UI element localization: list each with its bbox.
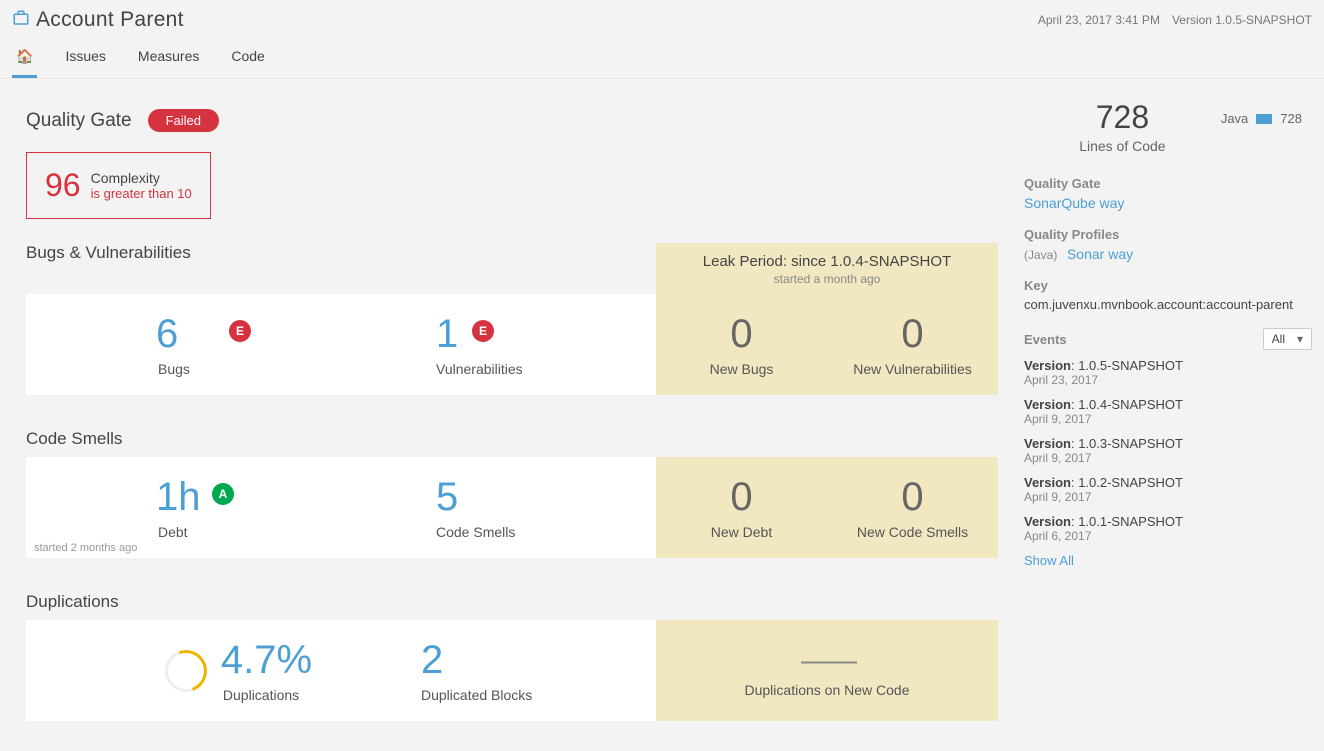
smells-started: started 2 months ago [34, 542, 137, 554]
bugs-value[interactable]: 6 [156, 312, 178, 357]
new-debt-label: New Debt [711, 524, 772, 540]
side-key-value: com.juvenxu.mvnbook.account:account-pare… [1024, 297, 1312, 312]
leak-sub: started a month ago [656, 272, 998, 286]
lang-name: Java [1221, 111, 1248, 126]
loc-label: Lines of Code [1024, 138, 1221, 154]
new-debt-value[interactable]: 0 [730, 475, 752, 520]
new-bugs-value[interactable]: 0 [730, 312, 752, 357]
side-qp-label: Quality Profiles [1024, 227, 1312, 242]
event-item[interactable]: Version: 1.0.4-SNAPSHOTApril 9, 2017 [1024, 397, 1312, 426]
qg-metric: Complexity [91, 170, 192, 186]
leak-title: Leak Period: since 1.0.4-SNAPSHOT [703, 253, 951, 270]
project-version: Version 1.0.5-SNAPSHOT [1172, 13, 1312, 27]
vuln-value[interactable]: 1 [436, 312, 458, 357]
section-dup-title: Duplications [26, 592, 998, 612]
quality-gate-condition[interactable]: 96 Complexity is greater than 10 [26, 152, 211, 219]
section-bugs-title: Bugs & Vulnerabilities [26, 243, 191, 294]
new-smells-label: New Code Smells [857, 524, 968, 540]
vuln-label: Vulnerabilities [436, 361, 523, 377]
smells-label: Code Smells [436, 524, 515, 540]
dup-blocks-value[interactable]: 2 [421, 638, 443, 683]
event-item[interactable]: Version: 1.0.3-SNAPSHOTApril 9, 2017 [1024, 436, 1312, 465]
new-vuln-label: New Vulnerabilities [853, 361, 972, 377]
new-vuln-value[interactable]: 0 [901, 312, 923, 357]
events-label: Events [1024, 332, 1067, 347]
analysis-date: April 23, 2017 3:41 PM [1038, 13, 1160, 27]
duplication-donut-icon [158, 643, 214, 699]
events-show-all[interactable]: Show All [1024, 553, 1074, 568]
section-smells-title: Code Smells [26, 429, 998, 449]
side-qg-link[interactable]: SonarQube way [1024, 195, 1124, 211]
quality-gate-title: Quality Gate [26, 110, 132, 132]
new-bugs-label: New Bugs [710, 361, 774, 377]
lang-bar [1256, 114, 1272, 124]
vuln-rating: E [472, 320, 494, 342]
project-title: Account Parent [36, 8, 184, 32]
side-key-label: Key [1024, 278, 1312, 293]
quality-gate-status: Failed [148, 109, 219, 132]
new-dup-label: Duplications on New Code [745, 682, 910, 698]
lang-loc: 728 [1280, 111, 1302, 126]
bugs-label: Bugs [158, 361, 190, 377]
bugs-rating: E [229, 320, 251, 342]
new-dup-value: —— [801, 644, 853, 678]
debt-value[interactable]: 1h [156, 475, 201, 520]
event-item[interactable]: Version: 1.0.5-SNAPSHOTApril 23, 2017 [1024, 358, 1312, 387]
side-qg-label: Quality Gate [1024, 176, 1312, 191]
debt-rating: A [212, 483, 234, 505]
project-icon [12, 9, 30, 32]
tab-code[interactable]: Code [227, 42, 268, 78]
tab-measures[interactable]: Measures [134, 42, 203, 78]
debt-label: Debt [158, 524, 188, 540]
smells-value[interactable]: 5 [436, 475, 458, 520]
qg-value: 96 [45, 167, 81, 204]
qg-condition-text: is greater than 10 [91, 186, 192, 201]
events-filter-select[interactable]: All [1263, 328, 1312, 350]
home-icon: 🏠 [16, 48, 33, 64]
dup-value[interactable]: 4.7% [221, 638, 312, 683]
side-qp-lang: (Java) [1024, 248, 1057, 262]
event-item[interactable]: Version: 1.0.2-SNAPSHOTApril 9, 2017 [1024, 475, 1312, 504]
dup-blocks-label: Duplicated Blocks [421, 687, 532, 703]
tab-home[interactable]: 🏠 [12, 42, 37, 78]
dup-label: Duplications [223, 687, 312, 703]
new-smells-value[interactable]: 0 [901, 475, 923, 520]
loc-value[interactable]: 728 [1024, 99, 1221, 136]
event-item[interactable]: Version: 1.0.1-SNAPSHOTApril 6, 2017 [1024, 514, 1312, 543]
tab-issues[interactable]: Issues [61, 42, 109, 78]
leak-header: Leak Period: since 1.0.4-SNAPSHOT starte… [656, 243, 998, 294]
side-qp-link[interactable]: Sonar way [1067, 246, 1133, 262]
